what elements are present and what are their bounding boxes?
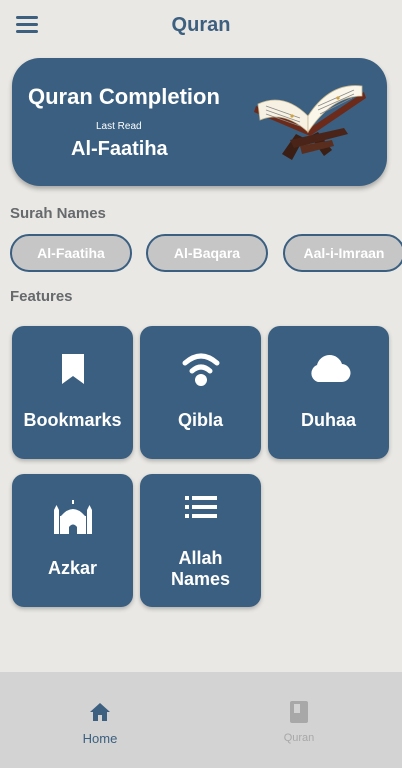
surah-names-heading: Surah Names <box>10 205 106 222</box>
azkar-card[interactable]: Azkar <box>12 474 133 607</box>
nav-quran-label: Quran <box>283 732 315 744</box>
azkar-label: Azkar <box>47 558 98 578</box>
quran-completion-title: Quran Completion <box>28 84 220 109</box>
mosque-icon <box>53 500 92 534</box>
last-read-label: Last Read <box>96 121 142 132</box>
bookmarks-label: Bookmarks <box>23 410 122 430</box>
bookmark-icon <box>61 354 84 384</box>
allah-names-label: Allah Names <box>170 548 231 589</box>
book-icon <box>290 701 308 723</box>
surah-chip-list[interactable]: Al-Faatiha Al-Baqara Aal-i-Imraan <box>10 234 402 274</box>
cloud-icon <box>310 355 351 383</box>
list-icon <box>184 496 217 518</box>
last-read-surah: Al-Faatiha <box>71 138 168 160</box>
surah-chip-al-baqara[interactable]: Al-Baqara <box>146 234 268 272</box>
nav-home-label: Home <box>82 731 118 746</box>
bookmarks-card[interactable]: Bookmarks <box>12 326 133 459</box>
duhaa-card[interactable]: Duhaa <box>268 326 389 459</box>
page-title: Quran <box>171 14 231 36</box>
features-heading: Features <box>10 288 73 305</box>
allah-names-card[interactable]: Allah Names <box>140 474 261 607</box>
nav-home[interactable]: Home <box>50 700 150 746</box>
qibla-card[interactable]: Qibla <box>140 326 261 459</box>
quran-book-image <box>254 85 366 160</box>
duhaa-label: Duhaa <box>300 410 356 430</box>
nav-quran[interactable]: Quran <box>249 700 349 744</box>
app-bar: Quran <box>0 0 402 52</box>
surah-chip-aal-i-imraan[interactable]: Aal-i-Imraan <box>283 234 402 272</box>
quran-completion-card[interactable]: Quran Completion Last Read Al-Faatiha <box>12 58 387 186</box>
bottom-navigation: Home Quran <box>0 672 402 768</box>
home-icon <box>90 703 110 721</box>
surah-chip-al-faatiha[interactable]: Al-Faatiha <box>10 234 132 272</box>
wifi-icon <box>182 353 219 386</box>
qibla-label: Qibla <box>177 410 223 430</box>
